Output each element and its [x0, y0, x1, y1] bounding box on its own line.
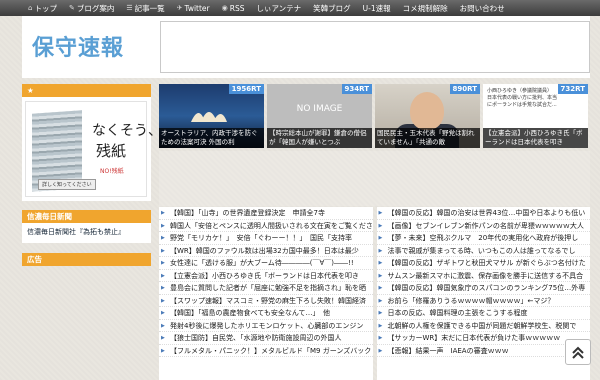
rss-icon: ◉: [221, 4, 228, 12]
headline-link[interactable]: 【韓国の反応】ザギトワと秋田犬マサル が新ぐらぶつ名付けた: [376, 257, 590, 270]
headline-link[interactable]: 日本の反応、韓国料理の主張をこうする程度: [376, 307, 590, 320]
person-photo-face: [410, 92, 444, 130]
nav-item-5[interactable]: しぃアンテナ: [250, 0, 307, 16]
retweet-count-badge: 934RT: [341, 84, 372, 94]
list-icon: ☰: [126, 4, 133, 12]
sidebar-star-heading: ★: [22, 84, 151, 97]
sidebar-news-heading: 信濃毎日新聞: [22, 210, 151, 223]
headline-link[interactable]: 【韓国】「山寺」の世界遺産登録決定 申請全7寺: [159, 207, 373, 220]
headline-column-left: 【韓国】「山寺」の世界遺産登録決定 申請全7寺韓国人「安倍とペンスに透明人間扱い…: [159, 207, 373, 380]
nav-item-3[interactable]: ✈ Twitter: [171, 0, 216, 16]
nav-item-label: RSS: [229, 3, 245, 13]
nav-item-6[interactable]: 笑韓ブログ: [307, 0, 357, 16]
nav-item-1[interactable]: ✎ ブログ案内: [63, 0, 120, 16]
top-navigation-bar: ⌂ トップ ✎ ブログ案内 ☰ 記事一覧 ✈ Twitter ◉ RSS しぃアンテナ 笑韓ブログ U-…: [0, 0, 600, 16]
ad-line3: NO!残紙: [100, 168, 124, 175]
thumb-card-4[interactable]: 小西ひろゆき（参議院議員） 日本代表の戦い方に批判、本当にポーランドは手荒な試合…: [483, 84, 588, 148]
nav-item-2[interactable]: ☰ 記事一覧: [120, 0, 170, 16]
headline-link[interactable]: お前ら「修羅ありうるｗｗｗｗ帽ｗｗｗｗ」←マジ？: [376, 295, 590, 307]
thumb-card-2[interactable]: NO IMAGE 934RT 【時宗総本山が謝罪】鎌倉の僧侶が「韓国人が嫌いとつ…: [267, 84, 372, 148]
headline-link[interactable]: 【韓国】「福島の農産物食べても安全なんて…」 他: [159, 307, 373, 320]
home-icon: ⌂: [28, 4, 33, 12]
headline-link[interactable]: 韓国人「安倍とペンスに透明人間扱いされる文在寅をご覧くださ: [159, 220, 373, 232]
nav-item-label: トップ: [34, 3, 57, 13]
nav-item-label: ブログ案内: [76, 3, 115, 13]
headline-link[interactable]: 【夢・未来】空飛ぶクルマ 20年代の実用化へ政府が後押し: [376, 232, 590, 245]
headline-link[interactable]: 【WR】韓国のファウル数は出場32カ国中最多！日本は最少: [159, 245, 373, 257]
retweet-count-badge: 890RT: [449, 84, 480, 94]
nav-item-4[interactable]: ◉ RSS: [216, 0, 251, 16]
sydney-opera-house-icon: [191, 112, 227, 122]
nav-item-label: U-1速報: [362, 3, 391, 13]
thumb-caption: 国民民主・玉木代表「野党は割れていません」「共通の敵: [375, 128, 480, 148]
headline-link[interactable]: サムスン最新スマホに激震、保存画像を勝手に送信する不具合: [376, 270, 590, 282]
nav-item-label: 笑韓ブログ: [313, 3, 351, 13]
nav-item-label: お問い合わせ: [459, 3, 505, 13]
thumb-caption: オーストラリア、内政干渉を防ぐための法案可決 外国の利: [159, 128, 264, 148]
ad-details-button[interactable]: 詳しく知ってください: [38, 179, 96, 190]
no-image-placeholder: NO IMAGE: [296, 104, 343, 114]
retweet-count-badge: 1956RT: [228, 84, 264, 94]
content-spacer: [159, 151, 590, 206]
headline-link[interactable]: 【狼士国防】自民党、「水源地や防衛施設周辺の外国人: [159, 332, 373, 345]
thumb-card-3[interactable]: 890RT 国民民主・玉木代表「野党は割れていません」「共通の敵: [375, 84, 480, 148]
left-sidebar: ★ なくそう、 残紙 NO!残紙 詳しく知ってください 信濃毎日新聞 信濃毎日新…: [22, 84, 162, 266]
nav-item-7[interactable]: U-1速報: [357, 0, 397, 16]
no-zanshi-ad[interactable]: なくそう、 残紙 NO!残紙 詳しく知ってください: [25, 101, 162, 197]
nav-item-8[interactable]: コメ規制解除: [397, 0, 454, 16]
tweet-screenshot-text: 小西ひろゆき（参議院議員） 日本代表の戦い方に批判、本当にポーランドは手荒な試合…: [487, 88, 558, 108]
site-logo[interactable]: 保守速報: [32, 30, 124, 62]
headline-link[interactable]: 女性達に「透ける服」が大ブーム待――――(￣∀￣)――!!: [159, 257, 373, 270]
headline-link[interactable]: 【立憲会派】小西ひろゆき氏「ボーランドは日本代表を叩き: [159, 270, 373, 282]
twitter-icon: ✈: [176, 4, 183, 12]
headline-lists: 【韓国】「山寺」の世界遺産登録決定 申請全7寺韓国人「安倍とペンスに透明人間扱い…: [159, 207, 590, 380]
thumb-caption: 【立憲会派】小西ひろゆき氏「ボーランドは日本代表を叩き: [483, 128, 588, 148]
headline-link[interactable]: 【韓国の反応】韓国気象庁のスパコンのランキング75位…外専: [376, 282, 590, 295]
nav-item-label: 記事一覧: [134, 3, 165, 13]
headline-link[interactable]: 野党「モリカケ！」 安倍「ぐわーー！！」 国民「支持率: [159, 232, 373, 245]
thumb-caption: 【時宗総本山が謝罪】鎌倉の僧侶が「韓国人が嫌いとつぶ: [267, 128, 372, 148]
nav-item-label: しぃアンテナ: [256, 3, 302, 13]
ad-line1: なくそう、: [92, 123, 162, 139]
ad-line2: 残紙: [96, 142, 127, 160]
headline-link[interactable]: 【サッカーWR】末だに日本代表が負けた事ｗｗｗｗｗ: [376, 332, 590, 345]
sidebar-news-link[interactable]: 信濃毎日新聞社『為拓も禁止』: [22, 223, 151, 243]
retweet-count-badge: 732RT: [557, 84, 588, 94]
headline-link[interactable]: 北朝鮮の人権を保護できる中国が同題だ朝鮮学校生、税関で: [376, 320, 590, 332]
headline-link[interactable]: 【韓国の反応】韓国の治安は世界43位…中国や日本よりも低い: [376, 207, 590, 220]
headline-link[interactable]: 【悲報】結果一声 IAEAの審査ｗｗｗ: [376, 345, 590, 357]
back-to-top-button[interactable]: [565, 339, 591, 365]
headline-link[interactable]: 法事で親戚が集まってる時、いつもこの人は誰ってなるでし: [376, 245, 590, 257]
headline-link[interactable]: 【画像】セブンイレブン新作パンの名前が卑猥ｗｗｗｗｗ大人: [376, 220, 590, 232]
nav-item-9[interactable]: お問い合わせ: [454, 0, 511, 16]
nav-item-0[interactable]: ⌂ トップ: [22, 0, 63, 16]
thumb-card-1[interactable]: 1956RT オーストラリア、内政干渉を防ぐための法案可決 外国の利: [159, 84, 264, 148]
double-chevron-up-icon: [572, 346, 584, 359]
site-header: 保守速報: [22, 16, 590, 78]
headline-link[interactable]: 【スワップ速報】マスコミ・野党の麻生下ろし失敗！韓国経済: [159, 295, 373, 307]
ranking-thumbnails: 1956RT オーストラリア、内政干渉を防ぐための法案可決 外国の利 NO IM…: [159, 84, 590, 148]
headline-link[interactable]: 発射4秒後に爆発したホリエモンロケット、心臓部のエンジン: [159, 320, 373, 332]
headline-link[interactable]: 【フルメタル・パニック！】メタルビルド「M9 ガーンズバック: [159, 345, 373, 357]
nav-item-label: Twitter: [184, 3, 210, 13]
headline-column-right: 【韓国の反応】韓国の治安は世界43位…中国や日本よりも低い【画像】セブンイレブン…: [376, 207, 590, 380]
sidebar-ad-heading: 広告: [22, 253, 151, 266]
blog-icon: ✎: [68, 4, 75, 12]
nav-item-label: コメ規制解除: [402, 3, 448, 13]
header-ad-banner[interactable]: [160, 21, 590, 73]
sidebar-ad-box: なくそう、 残紙 NO!残紙 詳しく知ってください: [22, 97, 162, 201]
headline-link[interactable]: 豊島会に質問した記者が「屈座に勉強不足を指摘され」恥を晒: [159, 282, 373, 295]
